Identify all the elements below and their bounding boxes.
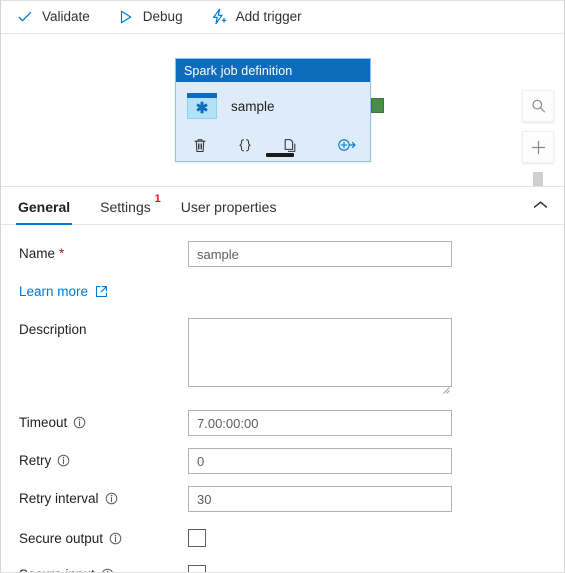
checkmark-icon <box>15 7 35 27</box>
tab-general-label: General <box>18 199 71 215</box>
validate-button[interactable]: Validate <box>15 3 98 31</box>
secure-input-checkbox[interactable] <box>188 565 206 572</box>
field-row-secure-input: Secure input <box>1 562 564 572</box>
timeout-label: Timeout <box>19 410 188 430</box>
top-toolbar: Validate Debug Add trigger <box>1 1 564 34</box>
name-input[interactable] <box>188 241 452 267</box>
canvas-zoom-controls <box>522 90 554 186</box>
node-body: ✱ sample <box>176 82 370 130</box>
secure-output-checkbox[interactable] <box>188 529 206 547</box>
tab-settings[interactable]: Settings 1 <box>98 193 161 224</box>
node-activity-name: sample <box>231 98 275 114</box>
search-icon[interactable] <box>522 90 554 122</box>
field-row-retry: Retry <box>1 448 564 474</box>
retry-input[interactable] <box>188 448 452 474</box>
external-link-icon <box>95 285 108 298</box>
lightning-bolt-plus-icon <box>209 7 229 27</box>
chevron-up-icon[interactable] <box>528 194 552 216</box>
retry-interval-label: Retry interval <box>19 486 188 506</box>
delete-icon[interactable] <box>189 134 211 156</box>
name-label: Name * <box>19 246 65 261</box>
tab-user-properties[interactable]: User properties <box>179 199 279 224</box>
tab-settings-label: Settings <box>100 199 151 215</box>
add-trigger-label: Add trigger <box>235 9 302 25</box>
tab-user-properties-label: User properties <box>180 199 277 215</box>
node-output-connector[interactable] <box>371 98 384 113</box>
plus-icon[interactable] <box>522 131 554 163</box>
description-textarea[interactable] <box>188 318 452 387</box>
retry-label: Retry <box>19 448 188 468</box>
code-braces-icon[interactable] <box>234 134 256 156</box>
info-icon[interactable] <box>57 454 70 467</box>
play-triangle-icon <box>116 7 136 27</box>
panel-drag-handle[interactable] <box>266 153 294 157</box>
field-row-timeout: Timeout <box>1 410 564 436</box>
learn-more-label: Learn more <box>19 284 89 299</box>
panel-tabs: General Settings 1 User properties <box>1 187 564 225</box>
info-icon[interactable] <box>109 532 122 545</box>
node-header-title: Spark job definition <box>184 63 293 78</box>
activity-node-spark-job-definition[interactable]: Spark job definition ✱ sample <box>175 58 371 162</box>
add-output-icon[interactable] <box>336 134 358 156</box>
field-row-secure-output: Secure output <box>1 526 564 547</box>
properties-panel: General Settings 1 User properties Name … <box>1 186 564 572</box>
tab-general[interactable]: General <box>16 199 73 225</box>
info-icon[interactable] <box>101 568 114 572</box>
pipeline-canvas[interactable]: Spark job definition ✱ sample <box>1 34 564 186</box>
field-row-name: Name * <box>1 241 564 267</box>
timeout-input[interactable] <box>188 410 452 436</box>
required-asterisk: * <box>59 246 65 261</box>
info-icon[interactable] <box>105 492 118 505</box>
field-row-description: Description <box>1 318 564 394</box>
secure-input-label: Secure input <box>19 562 188 572</box>
zoom-slider[interactable] <box>533 172 543 186</box>
retry-interval-input[interactable] <box>188 486 452 512</box>
spark-asterisk-icon: ✱ <box>187 93 217 119</box>
learn-more-link[interactable]: Learn more <box>1 284 564 299</box>
field-row-retry-interval: Retry interval <box>1 486 564 512</box>
debug-label: Debug <box>142 9 183 25</box>
pipeline-editor-window: Validate Debug Add trigger Spark job def… <box>0 0 565 573</box>
debug-button[interactable]: Debug <box>116 3 191 31</box>
validate-label: Validate <box>42 9 90 25</box>
description-label: Description <box>19 322 87 337</box>
secure-output-label: Secure output <box>19 526 188 546</box>
info-icon[interactable] <box>73 416 86 429</box>
node-header: Spark job definition <box>176 59 370 82</box>
general-form: Name * Learn more Description <box>1 225 564 572</box>
tab-settings-badge: 1 <box>154 193 161 205</box>
add-trigger-button[interactable]: Add trigger <box>209 3 310 31</box>
